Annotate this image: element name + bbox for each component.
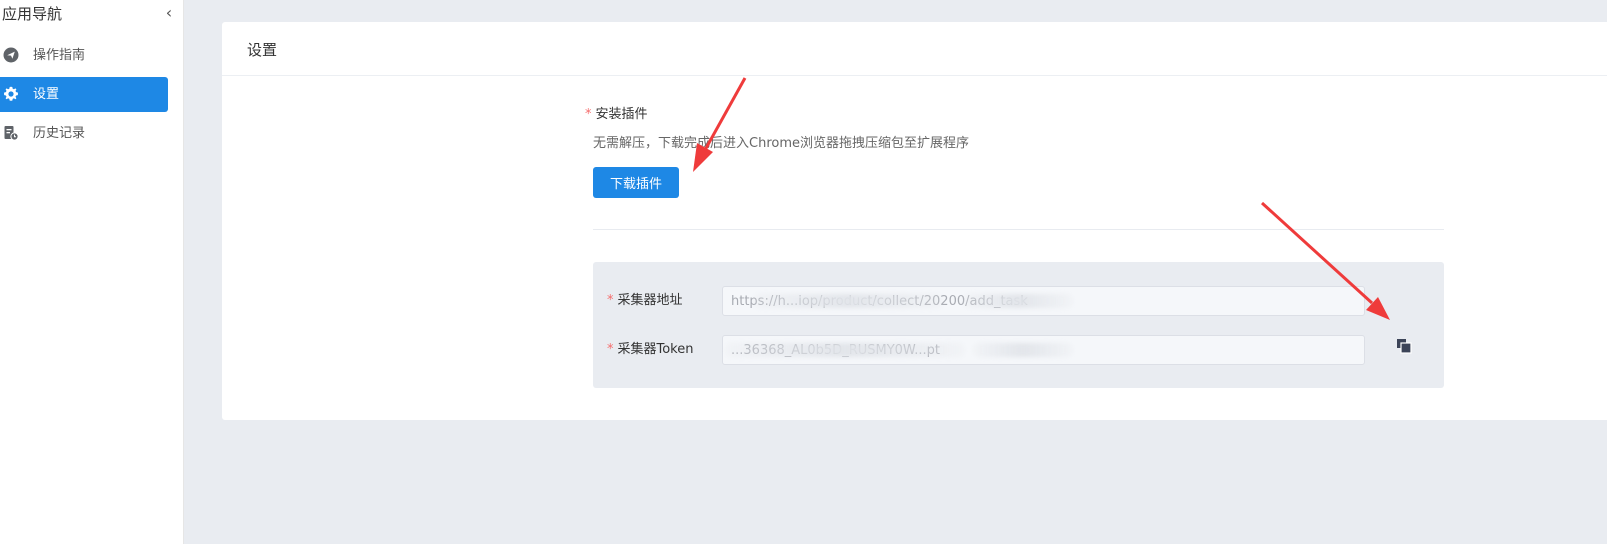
sidebar-header: 应用导航 ‹ — [2, 4, 174, 24]
install-plugin-label: * 安装插件 — [585, 106, 648, 124]
divider — [593, 229, 1444, 230]
collector-panel: *采集器地址 *采集器Token — [593, 262, 1444, 388]
sidebar-item-guide[interactable]: 操作指南 — [0, 38, 168, 73]
chevron-left-icon[interactable]: ‹ — [162, 4, 176, 24]
redaction-blur — [973, 343, 1073, 357]
sidebar-item-settings[interactable]: 设置 — [0, 77, 168, 112]
redaction-blur — [753, 294, 943, 308]
gear-icon — [3, 86, 18, 101]
card-header: 设置 — [222, 22, 1607, 76]
collector-token-text: 采集器Token — [617, 342, 694, 357]
sidebar-item-history[interactable]: 历史记录 — [0, 116, 168, 151]
download-plugin-button[interactable]: 下载插件 — [593, 167, 679, 198]
collector-token-label: * 采集器Token — [607, 341, 694, 359]
sidebar-item-label: 设置 — [33, 87, 60, 102]
redaction-blur — [963, 294, 1073, 308]
sidebar-title: 应用导航 — [2, 5, 63, 23]
sidebar: 应用导航 ‹ 操作指南 设置 历史记录 — [0, 0, 184, 544]
sidebar-item-label: 操作指南 — [33, 48, 86, 63]
history-doc-icon — [4, 126, 19, 141]
copy-icon[interactable] — [1396, 338, 1412, 354]
sidebar-item-label: 历史记录 — [33, 126, 86, 141]
required-mark: * — [585, 107, 592, 122]
paper-plane-icon — [3, 47, 19, 63]
settings-card: 设置 * 安装插件 无需解压，下载完成后进入Chrome浏览器拖拽压缩包至扩展程序… — [222, 22, 1607, 420]
redaction-blur — [725, 343, 965, 357]
required-mark: * — [607, 342, 614, 357]
required-mark: * — [607, 293, 614, 308]
collector-address-label: * 采集器地址 — [607, 292, 683, 310]
collector-address-text: 采集器地址 — [617, 293, 683, 308]
install-plugin-text: 安装插件 — [595, 107, 648, 122]
page-title: 设置 — [247, 41, 278, 59]
install-plugin-description: 无需解压，下载完成后进入Chrome浏览器拖拽压缩包至扩展程序 — [593, 136, 969, 151]
